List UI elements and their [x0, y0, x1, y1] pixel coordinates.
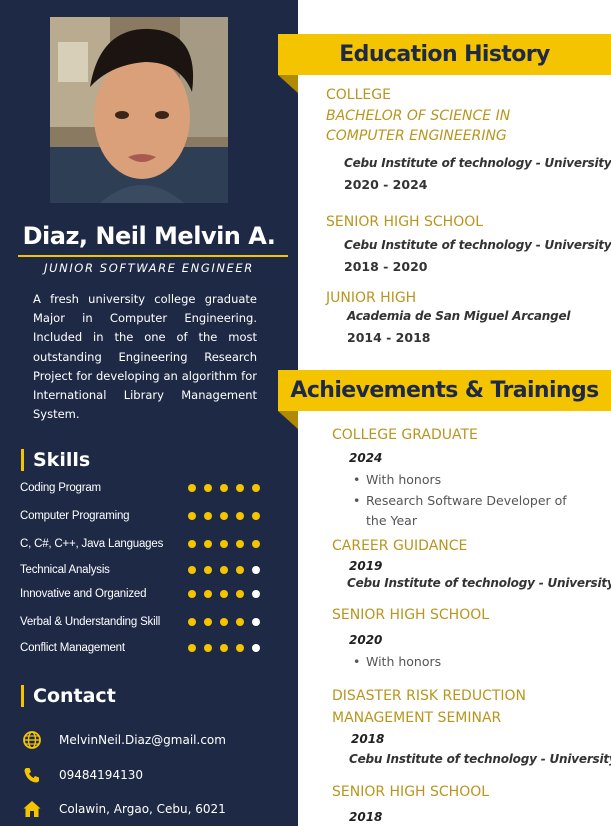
ach-college-bullet: With honors	[353, 470, 606, 490]
contact-heading: Contact	[21, 685, 116, 707]
candidate-name: Diaz, Neil Melvin A.	[22, 222, 276, 250]
rating-dot	[204, 644, 212, 652]
rating-dot	[236, 484, 244, 492]
skill-rating	[188, 566, 260, 574]
rating-dot	[220, 512, 228, 520]
rating-dot	[188, 618, 196, 626]
rating-dot	[220, 644, 228, 652]
skill-item: Computer Programing	[20, 508, 260, 524]
rating-dot	[236, 644, 244, 652]
rating-dot	[236, 512, 244, 520]
skill-item: C, C#, C++, Java Languages	[20, 536, 260, 552]
ach-shs-title: SENIOR HIGH SCHOOL	[332, 607, 490, 623]
achievements-banner: Achievements & Trainings	[278, 370, 611, 429]
email-text: MelvinNeil.Diaz@gmail.com	[59, 733, 226, 747]
achievements-heading: Achievements & Trainings	[290, 378, 599, 403]
skill-label: Coding Program	[20, 482, 101, 494]
phone-text: 09484194130	[59, 768, 143, 782]
rating-dot	[204, 512, 212, 520]
edu-jh-level: JUNIOR HIGH	[326, 290, 417, 306]
skill-label: Computer Programing	[20, 510, 130, 522]
education-banner: Education History	[278, 34, 611, 93]
skill-rating	[188, 618, 260, 626]
ach-college-title: COLLEGE GRADUATE	[332, 427, 478, 443]
job-title: JUNIOR SOFTWARE ENGINEER	[44, 261, 254, 275]
edu-shs-school: Cebu Institute of technology - Universit…	[344, 238, 611, 252]
rating-dot	[220, 566, 228, 574]
ach-career-school: Cebu Institute of technology - Universit…	[347, 576, 611, 590]
edu-shs-years: 2018 - 2020	[344, 259, 428, 274]
ach-shs2-year: 2018	[349, 810, 383, 824]
profile-photo	[50, 17, 228, 203]
name-divider	[18, 255, 288, 257]
ach-drrm-school: Cebu Institute of technology - Universit…	[349, 752, 611, 766]
rating-dot	[204, 566, 212, 574]
globe-icon	[22, 730, 42, 750]
rating-dot	[204, 618, 212, 626]
rating-dot	[220, 618, 228, 626]
skill-item: Verbal & Understanding Skill	[20, 614, 260, 630]
rating-dot	[204, 590, 212, 598]
skill-item: Conflict Management	[20, 640, 260, 656]
edu-college-degree: BACHELOR OF SCIENCE IN COMPUTER ENGINEER…	[326, 108, 511, 144]
rating-dot	[252, 618, 260, 626]
ach-shs2-title: SENIOR HIGH SCHOOL	[332, 784, 490, 800]
rating-dot	[236, 590, 244, 598]
edu-jh-years: 2014 - 2018	[347, 330, 431, 345]
rating-dot	[188, 566, 196, 574]
education-heading: Education History	[339, 42, 550, 67]
edu-jh-school: Academia de San Miguel Arcangel	[347, 309, 571, 323]
home-icon	[22, 799, 42, 819]
rating-dot	[236, 540, 244, 548]
edu-college-years: 2020 - 2024	[344, 177, 428, 192]
skill-item: Technical Analysis	[20, 562, 260, 578]
skill-label: Technical Analysis	[20, 564, 110, 576]
skill-label: C, C#, C++, Java Languages	[20, 538, 164, 550]
skill-rating	[188, 484, 260, 492]
rating-dot	[204, 484, 212, 492]
rating-dot	[220, 590, 228, 598]
edu-college-school: Cebu Institute of technology - Universit…	[344, 156, 611, 170]
rating-dot	[188, 512, 196, 520]
ach-career-year: 2019	[349, 559, 383, 573]
skill-item: Coding Program	[20, 480, 260, 496]
rating-dot	[220, 484, 228, 492]
skill-item: Innovative and Organized	[20, 586, 260, 602]
rating-dot	[236, 618, 244, 626]
rating-dot	[188, 540, 196, 548]
ach-career-title: CAREER GUIDANCE	[332, 538, 468, 554]
ach-drrm-year: 2018	[351, 732, 385, 746]
rating-dot	[252, 512, 260, 520]
skills-heading: Skills	[21, 449, 90, 471]
edu-college-level: COLLEGE	[326, 87, 391, 103]
address-text: Colawin, Argao, Cebu, 6021	[59, 802, 226, 816]
rating-dot	[252, 540, 260, 548]
skill-rating	[188, 540, 260, 548]
rating-dot	[188, 590, 196, 598]
ach-shs-year: 2020	[349, 633, 383, 647]
skill-rating	[188, 644, 260, 652]
ach-shs-bullet: With honors	[353, 652, 606, 672]
edu-shs-level: SENIOR HIGH SCHOOL	[326, 214, 484, 230]
rating-dot	[188, 484, 196, 492]
ach-drrm-title: DISASTER RISK REDUCTION MANAGEMENT SEMIN…	[332, 688, 527, 726]
profile-summary: A fresh university college graduate Majo…	[33, 292, 257, 422]
skill-label: Innovative and Organized	[20, 588, 147, 600]
phone-icon	[22, 765, 42, 785]
skill-rating	[188, 590, 260, 598]
rating-dot	[252, 590, 260, 598]
rating-dot	[204, 540, 212, 548]
rating-dot	[188, 644, 196, 652]
skill-label: Conflict Management	[20, 642, 125, 654]
skill-rating	[188, 512, 260, 520]
rating-dot	[236, 566, 244, 574]
skill-label: Verbal & Understanding Skill	[20, 616, 161, 628]
ach-college-bullet: Research Software Developer of the Year	[353, 491, 586, 531]
rating-dot	[252, 644, 260, 652]
rating-dot	[252, 484, 260, 492]
rating-dot	[252, 566, 260, 574]
ach-college-year: 2024	[349, 451, 383, 465]
rating-dot	[220, 540, 228, 548]
sidebar: Diaz, Neil Melvin A. JUNIOR SOFTWARE ENG…	[0, 0, 298, 826]
